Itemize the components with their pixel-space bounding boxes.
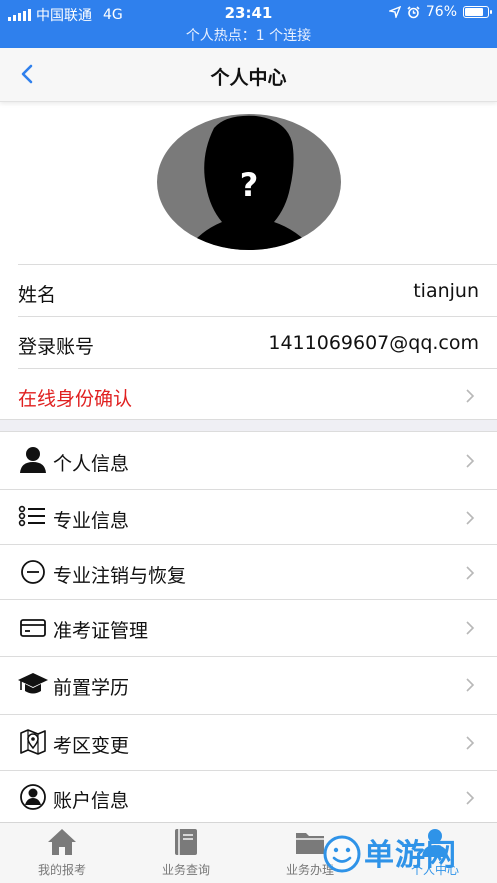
account-row: 登录账号 1411069607@qq.com [18, 316, 497, 368]
menu-label: 前置学历 [53, 677, 130, 699]
account-icon [20, 784, 46, 810]
chevron-right-icon [466, 566, 475, 580]
section-divider [0, 419, 497, 432]
menu-label: 考区变更 [53, 735, 130, 757]
watermark-logo: 单游网 [322, 830, 492, 880]
minus-circle-icon [21, 560, 45, 584]
account-value: 1411069607@qq.com [268, 332, 479, 354]
tab-my-registration[interactable]: 我的报考 [0, 823, 124, 883]
menu-label: 个人信息 [53, 453, 130, 475]
tab-label: 业务查询 [161, 863, 210, 877]
person-icon [20, 447, 46, 473]
list-icon [18, 505, 45, 527]
hotspot-banner[interactable]: 个人热点：1 个连接 [0, 25, 497, 45]
chevron-right-icon [466, 511, 475, 525]
map-icon [20, 729, 46, 755]
status-bar: 中国联通 4G 23:41 76% 个人热点：1 个连接 [0, 0, 497, 48]
identity-verify-row[interactable]: 在线身份确认 [18, 368, 497, 420]
menu-item-major-info[interactable]: 专业信息 [0, 490, 497, 545]
battery-icon [463, 6, 492, 18]
menu-item-admission-ticket[interactable]: 准考证管理 [0, 600, 497, 657]
location-arrow-icon [388, 6, 401, 18]
smiley-logo-icon [323, 835, 361, 873]
graduation-cap-icon [18, 673, 48, 694]
account-label: 登录账号 [18, 336, 95, 358]
chevron-right-icon [466, 736, 475, 750]
menu-item-personal-info[interactable]: 个人信息 [0, 433, 497, 490]
page-title: 个人中心 [210, 67, 287, 89]
menu-label: 准考证管理 [53, 620, 149, 642]
alarm-icon [407, 5, 420, 18]
chevron-right-icon [466, 791, 475, 805]
navigation-bar: 个人中心 [0, 48, 497, 102]
chevron-right-icon [466, 678, 475, 692]
svg-text:?: ? [240, 166, 259, 204]
unknown-person-avatar-icon: ? [157, 114, 341, 250]
menu-label: 账户信息 [53, 790, 130, 812]
menu-label: 专业注销与恢复 [53, 565, 187, 587]
tab-business-query[interactable]: 业务查询 [124, 823, 248, 883]
menu-label: 专业信息 [53, 510, 130, 532]
book-icon [175, 829, 197, 855]
chevron-right-icon [466, 621, 475, 635]
menu-item-exam-area-change[interactable]: 考区变更 [0, 715, 497, 771]
tab-label: 我的报考 [37, 863, 86, 877]
menu-item-major-cancel-restore[interactable]: 专业注销与恢复 [0, 545, 497, 600]
identity-verify-label: 在线身份确认 [18, 388, 133, 410]
menu-item-prior-education[interactable]: 前置学历 [0, 657, 497, 715]
avatar[interactable]: ? [156, 112, 342, 252]
chevron-right-icon [466, 454, 475, 468]
home-icon [48, 829, 76, 855]
card-icon [20, 619, 46, 637]
menu-item-account-info[interactable]: 账户信息 [0, 771, 497, 822]
name-value: tianjun [413, 280, 479, 302]
name-label: 姓名 [18, 284, 57, 306]
name-row: 姓名 tianjun [18, 264, 497, 316]
battery-percent: 76% [425, 4, 457, 20]
chevron-right-icon [466, 389, 475, 403]
